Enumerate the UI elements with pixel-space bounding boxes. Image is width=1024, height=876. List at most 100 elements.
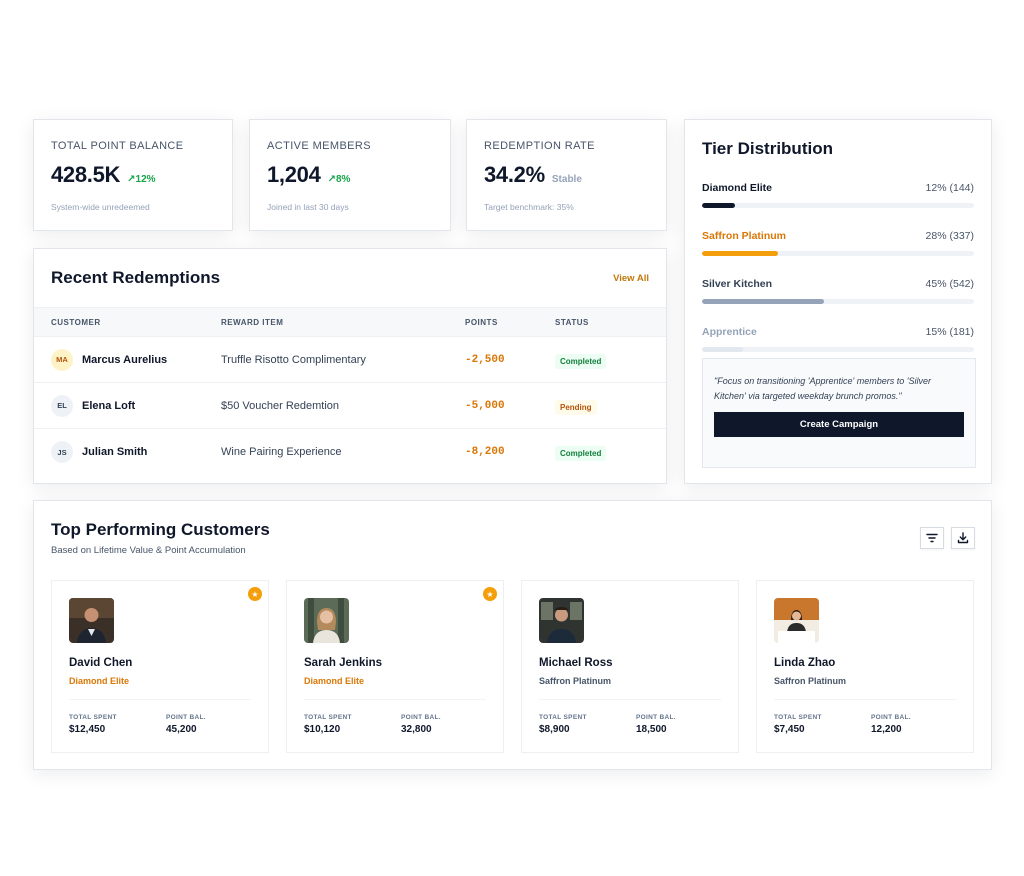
total-spent-label: TOTAL SPENT [774, 714, 822, 721]
stat-label: REDEMPTION RATE [484, 140, 595, 152]
point-balance-label: POINT BAL. [166, 714, 206, 721]
panel-subtitle: Based on Lifetime Value & Point Accumula… [51, 545, 246, 556]
tier-value: 45% (542) [925, 278, 974, 290]
tier-name: Saffron Platinum [702, 230, 787, 242]
tier-name: Apprentice [702, 326, 757, 338]
points-value: -2,500 [465, 353, 505, 366]
customer-tier: Saffron Platinum [774, 676, 847, 686]
tier-item-saffron-platinum: Saffron Platinum 28% (337) [702, 230, 974, 256]
reward-item: $50 Voucher Redemtion [221, 399, 340, 412]
stat-trend: ↗12% [127, 174, 156, 185]
tier-value: 28% (337) [925, 230, 974, 242]
stat-label: TOTAL POINT BALANCE [51, 140, 184, 152]
total-spent-value: $12,450 [69, 724, 106, 735]
tier-item-silver-kitchen: Silver Kitchen 45% (542) [702, 278, 974, 304]
customer-card[interactable]: Michael Ross Saffron Platinum TOTAL SPEN… [521, 580, 739, 753]
filter-button[interactable] [920, 527, 944, 549]
star-icon: ★ [248, 587, 262, 601]
customer-name: David Chen [69, 657, 133, 669]
total-spent-value: $8,900 [539, 724, 570, 735]
stat-value: 1,204 [267, 162, 321, 187]
column-header: REWARD ITEM [221, 317, 284, 327]
total-spent-label: TOTAL SPENT [69, 714, 117, 721]
stat-card-active-members: ACTIVE MEMBERS 1,204 ↗8% Joined in last … [249, 119, 451, 231]
customer-card[interactable]: ★ Sarah Jenkins Diamond Elite TOTAL SPEN… [286, 580, 504, 753]
stat-subtext: Target benchmark: 35% [484, 202, 574, 212]
trend-up-icon: ↗ [127, 174, 136, 185]
point-balance-value: 12,200 [871, 724, 902, 735]
point-balance-value: 45,200 [166, 724, 197, 735]
campaign-suggestion-box: "Focus on transitioning 'Apprentice' mem… [702, 358, 976, 468]
reward-item: Truffle Risotto Complimentary [221, 353, 366, 366]
total-spent-label: TOTAL SPENT [539, 714, 587, 721]
panel-title: Tier Distribution [702, 139, 833, 158]
tier-name: Silver Kitchen [702, 278, 773, 290]
customer-name: Sarah Jenkins [304, 657, 382, 669]
create-campaign-button[interactable]: Create Campaign [714, 412, 964, 437]
avatar [774, 598, 819, 643]
status-badge: Completed [555, 446, 607, 461]
tier-item-diamond-elite: Diamond Elite 12% (144) [702, 182, 974, 208]
point-balance-value: 32,800 [401, 724, 432, 735]
panel-title: Top Performing Customers [51, 520, 270, 539]
panel-title: Recent Redemptions [51, 268, 221, 287]
avatar: MA [51, 348, 73, 371]
column-header: POINTS [465, 317, 498, 327]
recent-redemptions-panel: Recent Redemptions View All CUSTOMER REW… [33, 248, 667, 484]
tier-item-apprentice: Apprentice 15% (181) [702, 326, 974, 352]
customer-tier: Diamond Elite [69, 676, 130, 686]
stat-label: ACTIVE MEMBERS [267, 140, 372, 152]
avatar [69, 598, 114, 643]
avatar: EL [51, 394, 73, 417]
table-header: CUSTOMER REWARD ITEM POINTS STATUS [34, 307, 666, 337]
download-button[interactable] [951, 527, 975, 549]
avatar [304, 598, 349, 643]
tier-value: 15% (181) [925, 326, 974, 338]
customer-name: Marcus Aurelius [82, 353, 168, 366]
customer-name: Michael Ross [539, 657, 613, 669]
tier-name: Diamond Elite [702, 182, 773, 194]
top-customers-panel: Top Performing Customers Based on Lifeti… [33, 500, 992, 770]
total-spent-value: $10,120 [304, 724, 341, 735]
star-icon: ★ [483, 587, 497, 601]
customer-name: Elena Loft [82, 399, 136, 412]
stat-value: 428.5K [51, 162, 121, 187]
stat-subtext: Joined in last 30 days [267, 202, 349, 212]
stat-trend: ↗8% [327, 174, 351, 185]
table-row[interactable]: EL Elena Loft $50 Voucher Redemtion -5,0… [34, 383, 666, 429]
customer-card[interactable]: Linda Zhao Saffron Platinum TOTAL SPENT … [756, 580, 974, 753]
tier-bar [702, 299, 825, 304]
table-row[interactable]: MA Marcus Aurelius Truffle Risotto Compl… [34, 337, 666, 383]
filter-icon [926, 533, 938, 543]
points-value: -5,000 [465, 399, 505, 412]
column-header: STATUS [555, 317, 589, 327]
point-balance-label: POINT BAL. [401, 714, 441, 721]
stat-trend: Stable [551, 174, 582, 185]
status-badge: Completed [555, 353, 607, 369]
column-header: CUSTOMER [51, 317, 101, 327]
stat-card-total-points: TOTAL POINT BALANCE 428.5K ↗12% System-w… [33, 119, 233, 231]
customer-tier: Diamond Elite [304, 676, 365, 686]
stat-subtext: System-wide unredeemed [51, 202, 150, 212]
point-balance-value: 18,500 [636, 724, 667, 735]
status-badge: Pending [555, 399, 597, 415]
reward-item: Wine Pairing Experience [221, 446, 342, 458]
total-spent-label: TOTAL SPENT [304, 714, 352, 721]
stat-value: 34.2% [484, 162, 545, 187]
tier-bar [702, 203, 735, 208]
suggestion-text: "Focus on transitioning 'Apprentice' mem… [714, 376, 931, 401]
total-spent-value: $7,450 [774, 724, 805, 735]
point-balance-label: POINT BAL. [871, 714, 911, 721]
view-all-link[interactable]: View All [613, 273, 649, 284]
customer-card[interactable]: ★ David Chen Diamond Elite TOTAL SPENT $… [51, 580, 269, 753]
points-value: -8,200 [465, 446, 505, 458]
table-row[interactable]: JS Julian Smith Wine Pairing Experience … [34, 429, 666, 475]
customer-name: Julian Smith [82, 446, 148, 458]
customer-tier: Saffron Platinum [539, 676, 612, 686]
tier-bar [702, 251, 779, 256]
download-icon [957, 532, 969, 544]
avatar [539, 598, 584, 643]
point-balance-label: POINT BAL. [636, 714, 676, 721]
stat-card-redemption-rate: REDEMPTION RATE 34.2% Stable Target benc… [466, 119, 667, 231]
trend-up-icon: ↗ [327, 174, 336, 185]
